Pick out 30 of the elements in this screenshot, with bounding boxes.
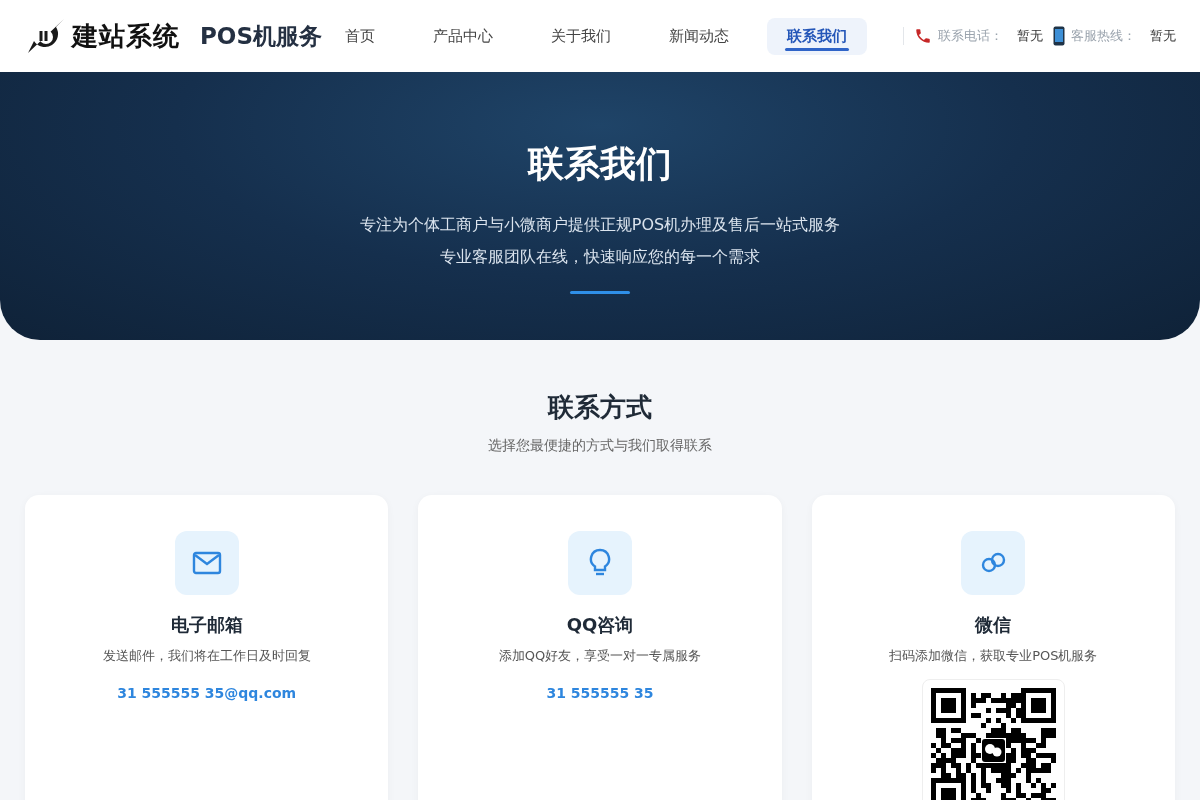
hero-subtitle: 专注为个体工商户与小微商户提供正规POS机办理及售后一站式服务: [359, 214, 841, 236]
envelope-icon: [191, 551, 222, 575]
hero-subtitle: 专业客服团队在线，快速响应您的每一个需求: [439, 246, 761, 268]
contact-label: 客服热线：: [1071, 27, 1136, 45]
nav-tab[interactable]: 首页: [325, 17, 395, 55]
card-title: QQ咨询: [566, 613, 634, 637]
card-title: 微信: [975, 613, 1012, 637]
chat-bubbles-icon: [979, 551, 1008, 575]
section-title: 联系方式: [548, 391, 652, 424]
hero-title: 联系我们: [528, 142, 672, 186]
nav-tab[interactable]: 产品中心: [413, 17, 513, 55]
card-description: 扫码添加微信，获取专业POS机服务: [889, 647, 1098, 665]
contact-label: 联系电话：: [938, 27, 1003, 45]
nav-tab[interactable]: 关于我们: [531, 17, 631, 55]
card-description: 发送邮件，我们将在工作日及时回复: [102, 647, 311, 665]
contact-value: 暂无: [1017, 27, 1043, 45]
mobile-phone-icon: [1053, 26, 1065, 46]
contact-link[interactable]: 31 555555 35: [546, 685, 654, 701]
logo-text: 建站系统: [72, 19, 180, 53]
site-name: POS机服务: [200, 21, 322, 51]
logo-icon: [26, 17, 66, 55]
light-bulb-icon: [589, 548, 611, 578]
section-subtitle: 选择您最便捷的方式与我们取得联系: [488, 437, 712, 455]
nav-tab[interactable]: 联系我们: [767, 17, 867, 55]
phone-icon: [914, 27, 932, 45]
card-description: 添加QQ好友，享受一对一专属服务: [498, 647, 702, 665]
card-title: 电子邮箱: [170, 613, 243, 637]
contact-value: 暂无: [1150, 27, 1176, 45]
nav-tab[interactable]: 新闻动态: [649, 17, 749, 55]
contact-link[interactable]: 31 555555 35@qq.com: [117, 685, 297, 701]
